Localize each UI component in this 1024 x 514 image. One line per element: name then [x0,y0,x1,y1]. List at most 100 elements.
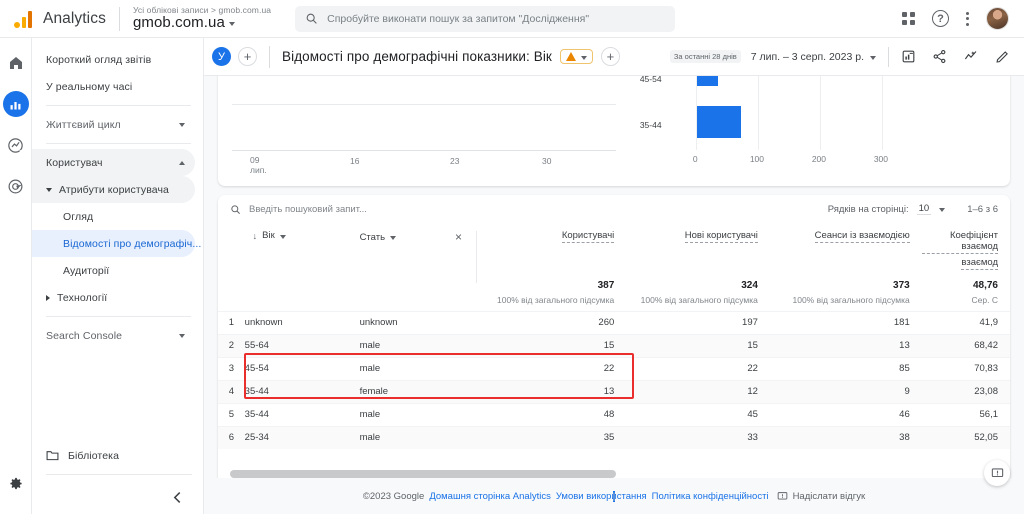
cell-rate: 52,05 [921,425,1010,449]
rail-item-advertising[interactable] [3,173,29,199]
line-chart[interactable]: 09 лип. 16 23 30 [218,76,630,186]
icon-rail [0,38,32,514]
x-tick-2: 23 [450,156,460,166]
analytics-logo-icon [14,10,32,28]
sidebar-item-user[interactable]: Користувач [32,149,195,176]
cell-users: 35 [482,425,627,449]
metric-header-engagement-rate[interactable]: Коефіцієнт взаємод взаємод 48,76 Сер. С [921,223,1010,311]
cell-age: 35-44 [244,379,360,403]
table-row[interactable]: 1 unknown unknown 260 197 181 41,9 [218,310,1010,334]
sidebar-item-overview[interactable]: Огляд [32,203,195,230]
metric-header-engaged-sessions[interactable]: Сеанси із взаємодією 373 100% від загаль… [770,223,922,311]
table-row[interactable]: 6 25-34 male 35 33 38 52,05 [218,425,1010,449]
sidebar-item-lifecycle[interactable]: Життєвий цикл [32,111,195,138]
user-avatar[interactable] [986,7,1009,30]
cell-gender: male [359,356,483,380]
global-search-placeholder: Спробуйте виконати пошук за запитом "Дос… [327,12,590,25]
table-row[interactable]: 5 35-44 male 48 45 46 56,1 [218,402,1010,426]
date-range-selector[interactable]: 7 лип. – 3 серп. 2023 р. [751,51,876,63]
table-row[interactable]: 3 45-54 male 22 22 85 70,83 [218,356,1010,380]
rail-item-home[interactable] [3,50,29,76]
gear-icon [9,477,22,490]
bar-cat-0: 45-54 [639,76,662,84]
cell-users: 48 [482,402,627,426]
help-icon[interactable]: ? [932,10,949,27]
footer-link-privacy[interactable]: Політика конфіденційності [652,491,769,502]
bar-chart-icon [10,101,21,109]
apps-grid-icon[interactable] [902,12,915,25]
row-index-header [218,223,245,311]
sidebar-item-library[interactable]: Бібліотека [32,442,196,469]
sidebar-item-reports-snapshot[interactable]: Короткий огляд звітів [32,46,195,73]
bar-chart[interactable]: 45-54 35-44 0 100 200 300 [630,76,1010,186]
sidebar-item-label: Аудиторії [63,264,110,277]
edit-icon[interactable] [995,49,1010,64]
warning-chip[interactable] [559,49,593,64]
main-content: У + Відомості про демографічні показники… [204,38,1024,514]
sidebar-item-realtime[interactable]: У реальному часі [32,73,195,100]
table-row[interactable]: 2 55-64 male 15 15 13 68,42 [218,333,1010,357]
share-icon[interactable] [932,49,947,64]
chevron-down-icon [390,236,397,240]
cell-age: 35-44 [244,402,360,426]
cell-users: 13 [482,379,627,403]
cell-engaged: 46 [769,402,922,426]
search-icon [231,204,240,214]
sidebar-collapse-button[interactable] [32,480,204,514]
cell-rate: 41,9 [921,310,1010,334]
rows-per-page-value[interactable]: 10 [916,203,932,215]
compare-icon[interactable] [901,49,916,64]
add-filter-button[interactable]: + [600,47,620,66]
sidebar-item-label: Короткий огляд звітів [46,53,152,66]
rail-item-reports[interactable] [2,91,29,117]
cell-rate: 68,42 [921,333,1010,357]
table-search-input[interactable]: Введіть пошуковий запит... [249,204,367,215]
sidebar-item-search-console[interactable]: Search Console [32,322,195,349]
footer-link-home[interactable]: Домашня сторінка Analytics [429,491,551,502]
account-name: gmob.com.ua [133,15,271,31]
remove-dimension-button[interactable]: × [455,230,462,244]
comparison-badge[interactable]: У [212,47,231,66]
account-selector[interactable]: Усі облікові записи > gmob.com.ua gmob.c… [133,6,271,31]
chevron-down-icon [580,55,587,60]
sidebar-bottom: Бібліотека [32,442,204,514]
cell-rate: 56,1 [921,402,1010,426]
sidebar-item-tech[interactable]: Технології [32,284,195,311]
chevron-down-icon[interactable] [939,208,946,212]
cell-users: 22 [482,356,627,380]
cell-age: 55-64 [244,333,360,357]
bar-1 [695,106,741,138]
sidebar-item-label: Відомості про демографіч... [63,237,202,250]
x-tick-0: 09 лип. [250,155,267,175]
report-scroll-area[interactable]: 09 лип. 16 23 30 45-54 35-44 0 100 200 30… [204,76,1024,514]
explore-icon [8,137,23,154]
metric-header-users[interactable]: Користувачі 387 100% від загального підс… [483,223,627,311]
footer-link-terms[interactable]: Умови використання [556,491,647,502]
more-vert-icon[interactable] [966,11,969,26]
cell-engaged: 85 [769,356,922,380]
metric-header-new-users[interactable]: Нові користувачі 324 100% від загального… [626,223,770,311]
bar-xtick-1: 100 [749,154,765,164]
sidebar-item-audiences[interactable]: Аудиторії [32,257,195,284]
dimension-label: Вік [262,230,275,241]
feedback-button[interactable] [984,460,1010,486]
dimension-header-gender[interactable]: Стать × [360,223,483,311]
divider [888,46,889,67]
sidebar-item-demographic-details[interactable]: Відомості про демографіч... [32,230,201,257]
add-comparison-button[interactable]: + [238,47,257,66]
row-index: 5 [218,402,245,426]
insights-icon[interactable] [963,49,979,64]
sidebar-item-user-attributes[interactable]: Атрибути користувача [32,176,195,203]
cell-users: 260 [482,310,627,334]
table-horizontal-scrollbar[interactable] [230,470,1002,478]
table-row[interactable]: 4 35-44 female 13 12 9 23,08 [218,379,1010,403]
cell-new-users: 45 [626,402,770,426]
rail-item-explore[interactable] [3,132,29,158]
footer-feedback-label[interactable]: Надіслати відгук [793,491,866,502]
metric-total: 324 [741,279,758,291]
chevron-down-icon [870,55,876,60]
global-search-input[interactable]: Спробуйте виконати пошук за запитом "Дос… [295,5,676,32]
dimension-header-age[interactable]: ↓ Вік [245,223,360,311]
rail-item-settings[interactable] [8,476,23,496]
sidebar-item-label: Бібліотека [68,449,120,462]
